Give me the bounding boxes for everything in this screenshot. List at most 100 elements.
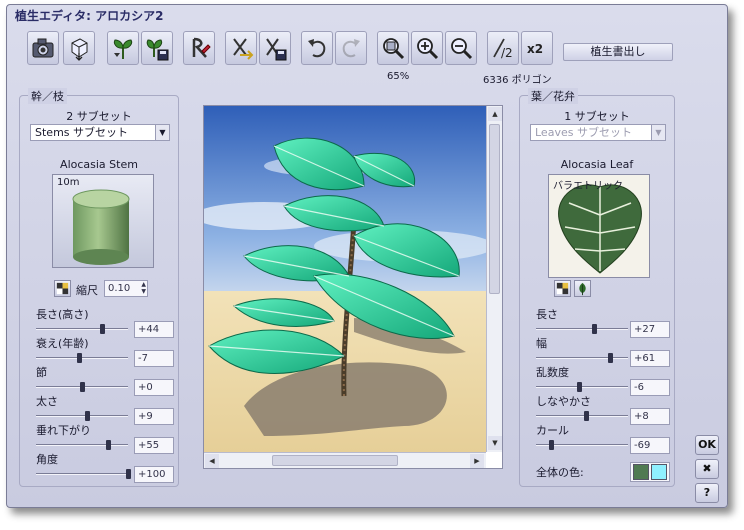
scroll-up-icon[interactable]: ▲ xyxy=(488,107,502,121)
light-color-swatch[interactable] xyxy=(651,464,667,480)
ok-button[interactable]: OK xyxy=(695,435,719,455)
branch-save-button[interactable] xyxy=(259,31,291,65)
plant-preview-viewport[interactable]: ▲ ▼ ◀ ▶ xyxy=(203,105,503,469)
slider-value-field[interactable]: +27 xyxy=(630,321,670,338)
overall-color-picker[interactable] xyxy=(630,462,670,482)
slider-track[interactable] xyxy=(536,324,628,334)
slider-value-field[interactable]: +100 xyxy=(134,466,174,483)
leaves-texture-preview[interactable]: バラエトリック xyxy=(548,174,650,278)
zoom-in-button[interactable] xyxy=(411,31,443,65)
title-bar[interactable]: 植生エディタ: アロカシア2 xyxy=(7,5,727,27)
plant-load-button[interactable] xyxy=(107,31,139,65)
double-polygons-icon: x2 xyxy=(527,42,543,56)
viewport-vertical-scrollbar[interactable]: ▲ ▼ xyxy=(486,106,502,452)
polygon-count-label: 6336 ポリゴン xyxy=(483,75,552,86)
plant-save-icon xyxy=(146,39,169,61)
slider-track[interactable] xyxy=(36,382,128,392)
slider-label: 乱数度 xyxy=(536,366,569,379)
leaves-panel: 葉／花弁 1 サブセット Leaves サブセット ▼ Alocasia Lea… xyxy=(519,88,675,487)
dark-color-swatch[interactable] xyxy=(633,464,649,480)
halve-polygons-button[interactable]: /2 xyxy=(487,31,519,65)
zoom-percent-label: 65% xyxy=(387,71,410,82)
stems-texture-preview[interactable]: 10m xyxy=(52,174,154,268)
scale-label: 縮尺 xyxy=(76,284,98,297)
slider-label: 太さ xyxy=(36,395,58,408)
stems-texture-button[interactable] xyxy=(54,280,71,297)
scroll-left-icon[interactable]: ◀ xyxy=(205,454,219,468)
slider-knob[interactable] xyxy=(584,411,589,421)
slider-track[interactable] xyxy=(36,469,131,479)
slider-value-field[interactable]: +0 xyxy=(134,379,174,396)
slider-label: 幅 xyxy=(536,337,547,350)
spinner-icon[interactable]: ▲ ▼ xyxy=(141,281,146,295)
slider-value-field[interactable]: +61 xyxy=(630,350,670,367)
slider-track[interactable] xyxy=(36,440,128,450)
random-branch-button[interactable] xyxy=(225,31,257,65)
slider-knob[interactable] xyxy=(577,382,582,392)
slider-label: しなやかさ xyxy=(536,395,591,408)
camera-button[interactable] xyxy=(27,31,59,65)
checker-icon xyxy=(56,282,69,295)
slider-knob[interactable] xyxy=(85,411,90,421)
cancel-button[interactable]: ✖ xyxy=(695,459,719,479)
cube-view-icon xyxy=(71,38,88,61)
vertical-scroll-thumb[interactable] xyxy=(489,124,500,294)
scroll-right-icon[interactable]: ▶ xyxy=(470,454,484,468)
slider-value-field[interactable]: +9 xyxy=(134,408,174,425)
redo-icon xyxy=(342,39,360,58)
slider-knob[interactable] xyxy=(592,324,597,334)
zoom-fit-icon xyxy=(383,38,405,60)
double-polygons-button[interactable]: x2 xyxy=(521,31,553,65)
slider-knob[interactable] xyxy=(80,382,85,392)
undo-button[interactable] xyxy=(301,31,333,65)
slider-value-field[interactable]: -69 xyxy=(630,437,670,454)
slider-track[interactable] xyxy=(536,353,628,363)
slider-track[interactable] xyxy=(36,324,128,334)
slider-knob[interactable] xyxy=(100,324,105,334)
stems-subset-select[interactable]: Stems サブセット ▼ xyxy=(30,124,170,141)
slider-label: 節 xyxy=(36,366,47,379)
leaves-subset-select[interactable]: Leaves サブセット ▼ xyxy=(530,124,666,141)
zoom-fit-button[interactable] xyxy=(377,31,409,65)
stems-panel-title: 幹／枝 xyxy=(28,88,67,104)
stems-thumb-label: 10m xyxy=(57,177,80,188)
leaves-texture-button[interactable] xyxy=(554,280,571,297)
stems-material-name: Alocasia Stem xyxy=(60,158,138,171)
slider-track[interactable] xyxy=(536,382,628,392)
slider-track[interactable] xyxy=(536,440,628,450)
slider-knob[interactable] xyxy=(106,440,111,450)
leaves-thumb-label: バラエトリック xyxy=(553,181,623,192)
leaves-material-name: Alocasia Leaf xyxy=(560,158,634,171)
scale-input[interactable]: 0.10 ▲ ▼ xyxy=(104,280,148,297)
horizontal-scroll-thumb[interactable] xyxy=(272,455,398,466)
slider-track[interactable] xyxy=(36,411,128,421)
cube-view-button[interactable] xyxy=(63,31,95,65)
zoom-out-button[interactable] xyxy=(445,31,477,65)
camera-icon xyxy=(32,38,54,58)
slider-track[interactable] xyxy=(536,411,628,421)
chevron-down-icon: ▼ xyxy=(651,125,665,140)
plant-save-button[interactable] xyxy=(141,31,173,65)
zoom-in-icon xyxy=(417,38,439,60)
scroll-down-icon[interactable]: ▼ xyxy=(488,436,502,450)
slider-track[interactable] xyxy=(36,353,128,363)
slider-knob[interactable] xyxy=(608,353,613,363)
slider-knob[interactable] xyxy=(549,440,554,450)
slider-value-field[interactable]: -6 xyxy=(630,379,670,396)
help-button[interactable]: ? xyxy=(695,483,719,503)
slider-knob[interactable] xyxy=(126,469,131,479)
leaf-shape-button[interactable] xyxy=(574,280,591,297)
slider-knob[interactable] xyxy=(77,353,82,363)
paint-button[interactable] xyxy=(183,31,215,65)
export-plant-button[interactable]: 植生書出し xyxy=(563,43,673,61)
slider-label: 長さ xyxy=(536,308,558,321)
plant-render-image xyxy=(204,106,486,452)
slider-value-field[interactable]: -7 xyxy=(134,350,174,367)
window-title: 植生エディタ: アロカシア2 xyxy=(15,9,164,23)
slider-value-field[interactable]: +8 xyxy=(630,408,670,425)
redo-button[interactable] xyxy=(335,31,367,65)
slider-value-field[interactable]: +44 xyxy=(134,321,174,338)
slider-value-field[interactable]: +55 xyxy=(134,437,174,454)
zoom-out-icon xyxy=(451,38,473,60)
viewport-horizontal-scrollbar[interactable]: ◀ ▶ xyxy=(204,452,486,468)
